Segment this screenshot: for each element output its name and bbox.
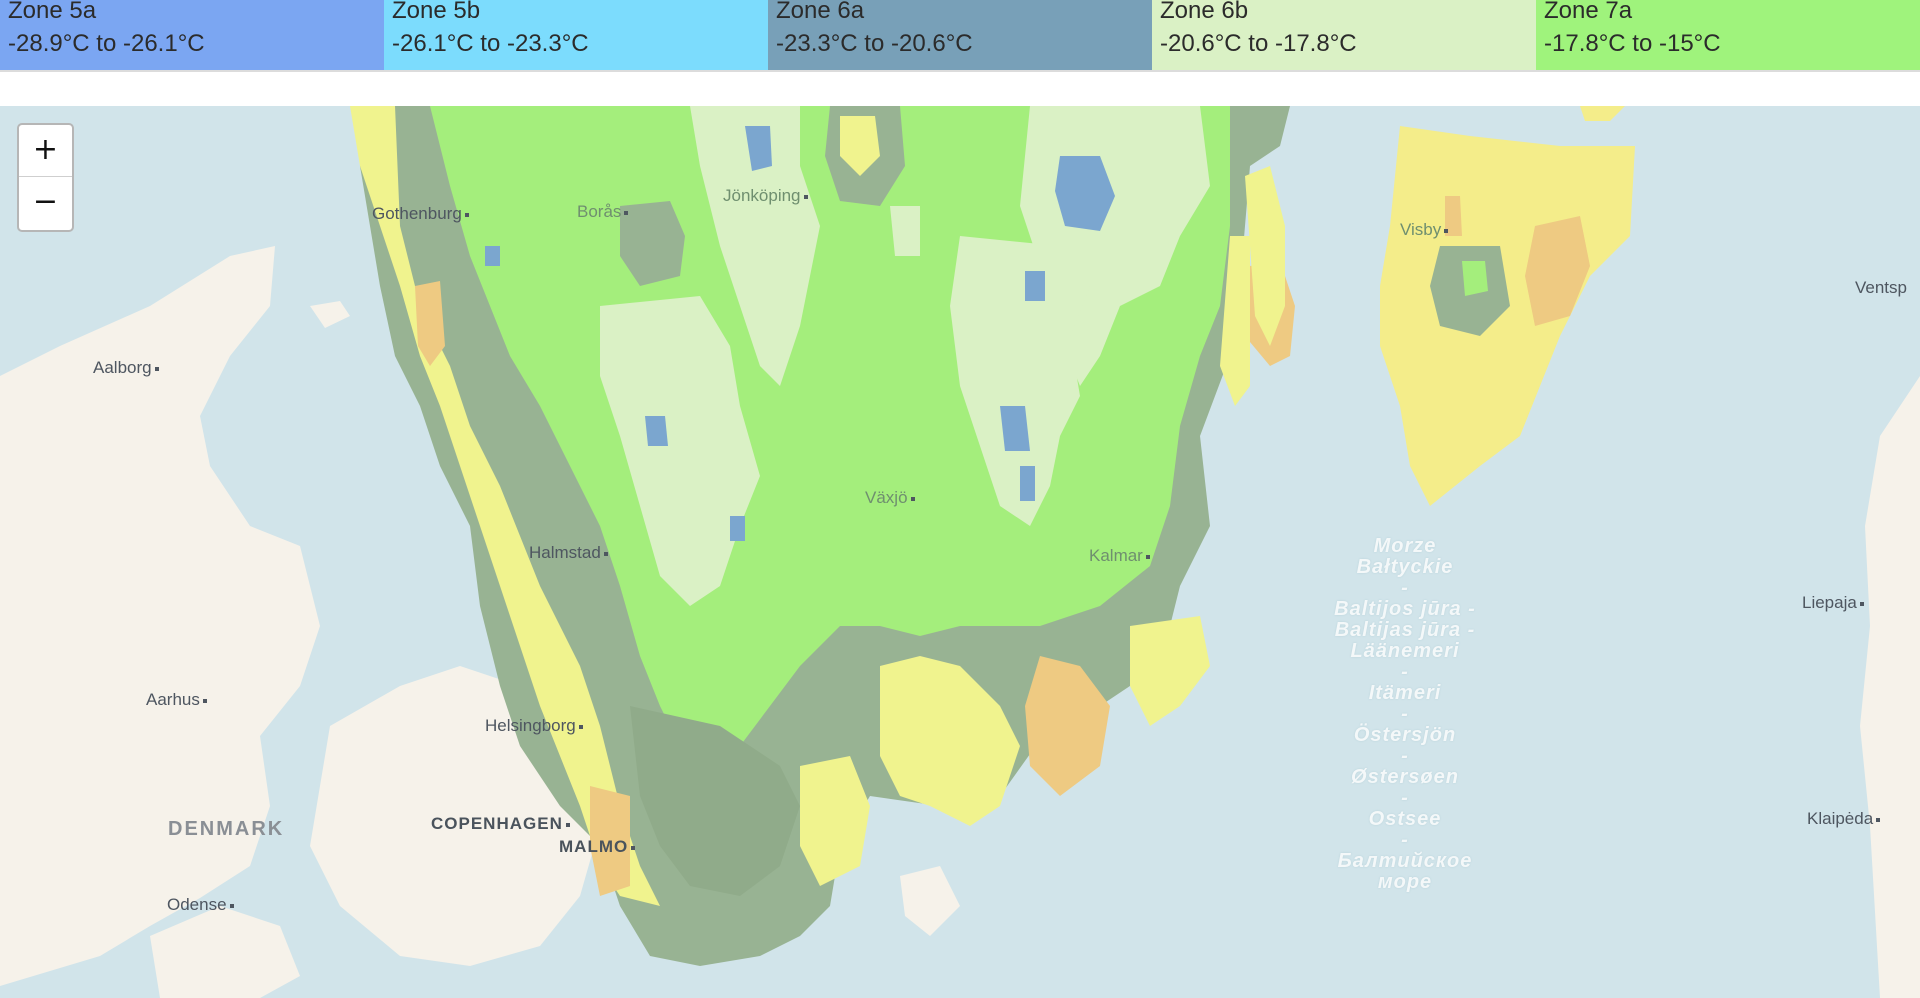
sea-name-danish: Østersøen [1351, 766, 1459, 788]
sea-separator: - [1401, 577, 1409, 599]
city-dot [154, 366, 159, 371]
city-label-kalmar: Kalmar [1089, 546, 1150, 566]
city-label-helsingborg: Helsingborg [485, 716, 583, 736]
city-label-jonkoping: Jönköping [723, 186, 808, 206]
legend-zone-6a: Zone 6a -23.3°C to -20.6°C [768, 0, 1152, 70]
sea-name-russian: Балтийское море [1337, 850, 1473, 893]
city-label-visby: Visby [1400, 220, 1449, 240]
city-dot [202, 698, 207, 703]
city-label-copenhagen: COPENHAGEN [431, 814, 570, 834]
sea-name-latvian: Baltijas jūra - [1334, 619, 1476, 641]
zone-6b-patch [890, 206, 920, 256]
city-dot [1876, 817, 1881, 822]
gotland-zone-8a [1525, 216, 1590, 326]
sea-name-lithuanian: Baltijos jūra - [1334, 598, 1476, 620]
gotland-zone-7b [1380, 126, 1635, 506]
city-dot [1444, 228, 1449, 233]
city-label-klaipeda: Klaipėda [1807, 809, 1881, 829]
sea-separator: - [1401, 745, 1409, 767]
island [310, 301, 350, 328]
zoom-out-button[interactable]: − [19, 177, 72, 228]
zone-range: -28.9°C to -26.1°C [8, 30, 205, 57]
south-coast-zone-7b [1130, 616, 1210, 726]
zone-range: -26.1°C to -23.3°C [392, 30, 589, 57]
zoom-in-button[interactable]: + [19, 125, 72, 177]
city-dot [910, 496, 915, 501]
sea-separator: - [1401, 703, 1409, 725]
sea-name-finnish: Itämeri [1368, 682, 1442, 704]
sea-name-swedish: Östersjön [1353, 724, 1457, 746]
city-dot [1859, 601, 1864, 606]
zone-name: Zone 5a [8, 0, 97, 24]
city-label-liepaja: Liepaja [1802, 593, 1864, 613]
country-label-denmark: DENMARK [168, 818, 285, 840]
gotland-north-zone-7b [1580, 106, 1625, 121]
hardiness-map[interactable]: Gothenburg Borås Jönköping Visby Ventsp … [0, 106, 1920, 998]
city-label-odense: Odense [167, 895, 234, 915]
city-dot [624, 210, 629, 215]
city-label-vaxjo: Växjö [865, 488, 915, 508]
map-canvas [0, 106, 1920, 998]
gotland-zone-7a [1462, 261, 1488, 296]
sea-separator: - [1401, 787, 1409, 809]
zone-name: Zone 6a [776, 0, 865, 24]
zone-5a-patch [730, 516, 745, 541]
city-label-malmo: MALMO [559, 837, 636, 857]
zone-name: Zone 6b [1160, 0, 1249, 24]
city-dot [803, 194, 808, 199]
city-label-halmstad: Halmstad [529, 543, 608, 563]
city-dot [603, 551, 608, 556]
sea-name-polish: Morze Bałtyckie [1356, 535, 1454, 578]
zone-5a-patch [1020, 466, 1035, 501]
city-label-gothenburg: Gothenburg [372, 204, 469, 224]
zone-5a-patch [1000, 406, 1030, 451]
zone-name: Zone 7a [1544, 0, 1633, 24]
zone-range: -23.3°C to -20.6°C [776, 30, 973, 57]
funen-land [150, 906, 300, 998]
city-label-aalborg: Aalborg [93, 358, 159, 378]
zone-5a-patch [485, 246, 500, 266]
zone-range: -20.6°C to -17.8°C [1160, 30, 1357, 57]
zone-name: Zone 5b [392, 0, 481, 24]
jutland-land [0, 246, 320, 986]
sea-name-german: Ostsee [1368, 808, 1442, 830]
city-label-aarhus: Aarhus [146, 690, 207, 710]
sea-name-estonian: Läänemeri [1350, 640, 1460, 662]
baltic-coast-land [1860, 376, 1920, 998]
city-label-ventspils: Ventsp [1855, 278, 1907, 297]
sea-separator: - [1401, 829, 1409, 851]
city-dot [464, 212, 469, 217]
city-dot [578, 724, 583, 729]
city-dot [229, 903, 234, 908]
city-dot [565, 822, 570, 827]
island [900, 866, 960, 936]
zoom-control: + − [17, 123, 74, 232]
legend-zone-5b: Zone 5b -26.1°C to -23.3°C [384, 0, 768, 70]
zone-range: -17.8°C to -15°C [1544, 30, 1721, 57]
zone-5a-patch [645, 416, 668, 446]
legend-zone-5a: Zone 5a -28.9°C to -26.1°C [0, 0, 384, 70]
city-dot [1145, 554, 1150, 559]
zone-legend: Zone 5a -28.9°C to -26.1°C Zone 5b -26.1… [0, 0, 1920, 72]
zone-5a-patch [1025, 271, 1045, 301]
legend-zone-6b: Zone 6b -20.6°C to -17.8°C [1152, 0, 1536, 70]
baltic-sea-label: Morze Bałtyckie - Baltijos jūra - Baltij… [1325, 536, 1485, 893]
city-label-boras: Borås [577, 202, 629, 222]
city-dot [631, 845, 636, 850]
sea-separator: - [1401, 661, 1409, 683]
legend-zone-7a: Zone 7a -17.8°C to -15°C [1536, 0, 1920, 70]
